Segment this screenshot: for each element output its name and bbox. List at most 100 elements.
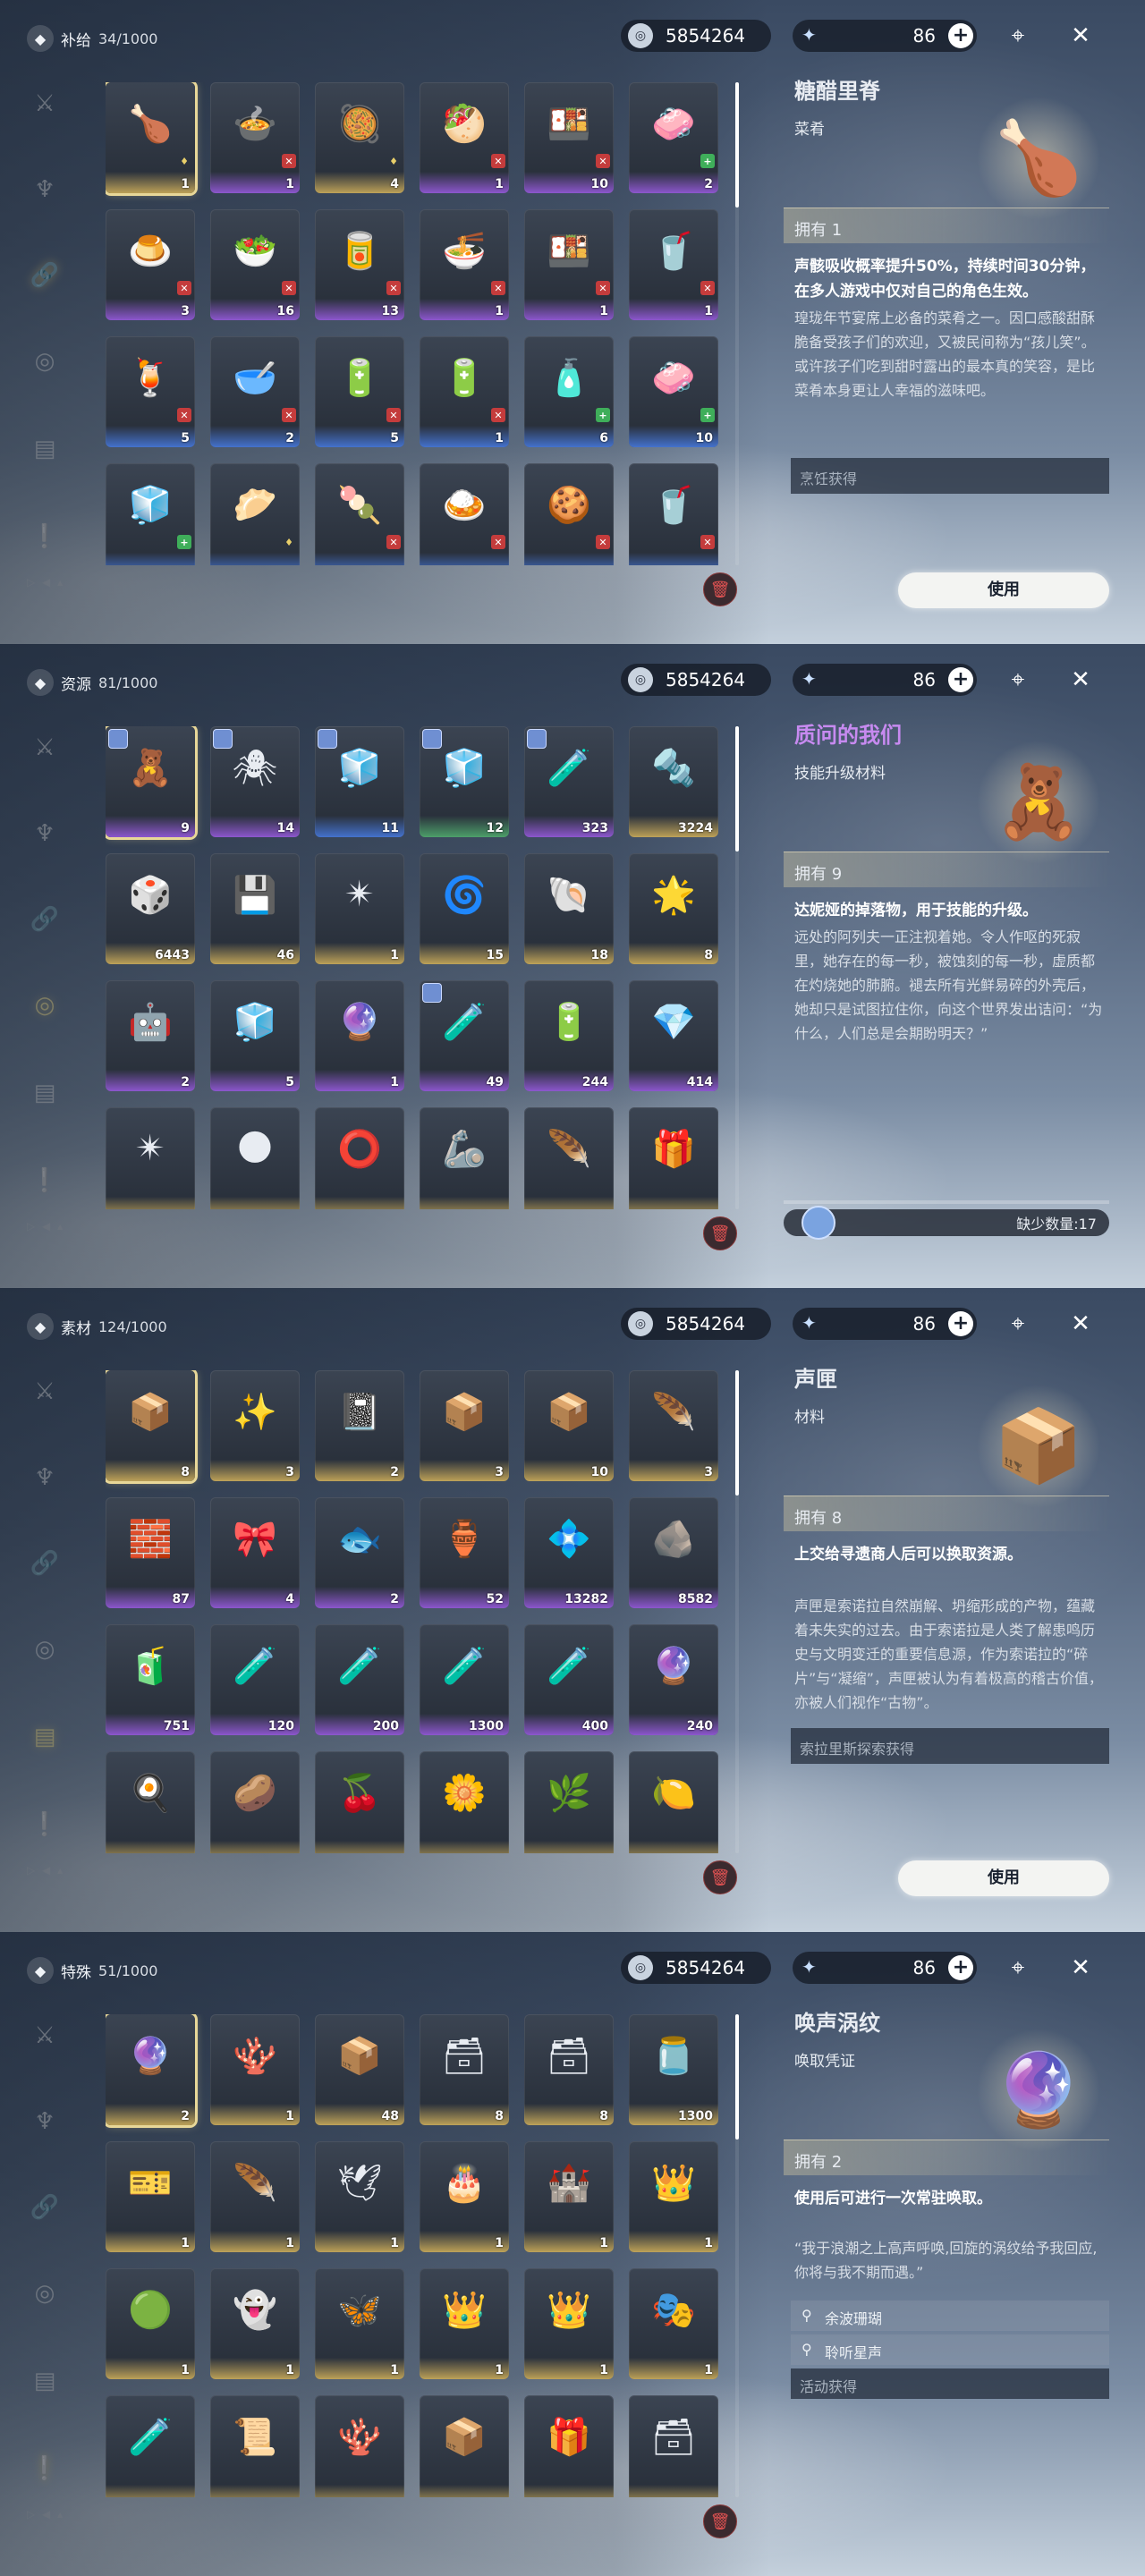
item-slot[interactable]: 🧃 751: [106, 1624, 195, 1735]
item-slot[interactable]: 🪶 1: [210, 2141, 300, 2252]
item-slot[interactable]: 🟢 1: [106, 2268, 195, 2379]
item-slot[interactable]: 🍒: [315, 1751, 404, 1853]
source-location[interactable]: ⚲ 聆听星声: [791, 2334, 1109, 2365]
nav-special-icon[interactable]: ❕: [27, 1807, 63, 1843]
item-slot[interactable]: 📦 3: [420, 1370, 509, 1481]
item-slot[interactable]: 👑 1: [420, 2268, 509, 2379]
nav-special-icon[interactable]: ❕: [27, 1163, 63, 1199]
item-slot[interactable]: 🧪 200: [315, 1624, 404, 1735]
nav-supply-icon[interactable]: 🔗: [27, 1546, 63, 1581]
discard-button[interactable]: 🗑: [703, 2504, 737, 2538]
item-slot[interactable]: 🎂 1: [420, 2141, 509, 2252]
item-slot[interactable]: 🍱 10 ✕: [524, 82, 614, 193]
item-slot[interactable]: 🔩 3224: [629, 726, 718, 837]
item-slot[interactable]: 🌑: [210, 1107, 300, 1209]
item-slot[interactable]: 📓 2: [315, 1370, 404, 1481]
item-slot[interactable]: 📦 8: [106, 1370, 195, 1481]
item-slot[interactable]: 🧊 11: [315, 726, 404, 837]
item-slot[interactable]: 🍹 5 ✕: [106, 336, 195, 447]
nav-material-icon[interactable]: ▤: [27, 431, 63, 467]
close-icon[interactable]: ✕: [1064, 1308, 1097, 1340]
add-stamina-button[interactable]: +: [948, 23, 973, 48]
item-slot[interactable]: 🪶: [524, 1107, 614, 1209]
item-slot[interactable]: ✨ 3: [210, 1370, 300, 1481]
item-slot[interactable]: 🧪 323: [524, 726, 614, 837]
item-slot[interactable]: 🎁: [629, 1107, 718, 1209]
close-icon[interactable]: ✕: [1064, 20, 1097, 52]
item-slot[interactable]: 📦: [420, 2395, 509, 2497]
nav-material-icon[interactable]: ▤: [27, 1719, 63, 1755]
item-slot[interactable]: 🧸 9: [106, 726, 195, 837]
item-slot[interactable]: 🧪 1300: [420, 1624, 509, 1735]
grid-scrollbar[interactable]: [735, 2014, 739, 2497]
close-icon[interactable]: ✕: [1064, 664, 1097, 696]
item-slot[interactable]: 🧊 +: [106, 463, 195, 565]
item-slot[interactable]: 🕷 14: [210, 726, 300, 837]
nav-resource-icon[interactable]: ◎: [27, 2275, 63, 2311]
item-slot[interactable]: 🧊 5: [210, 980, 300, 1091]
item-slot[interactable]: ✴ 1: [315, 853, 404, 964]
nav-sword-icon[interactable]: ⚔: [27, 86, 63, 122]
nav-sword-icon[interactable]: ⚔: [27, 730, 63, 766]
discard-button[interactable]: 🗑: [703, 572, 737, 606]
nav-echo-icon[interactable]: ♆: [27, 816, 63, 852]
use-button[interactable]: 使用: [898, 1860, 1109, 1896]
item-slot[interactable]: 🥟 ♦: [210, 463, 300, 565]
item-slot[interactable]: 🍳: [106, 1751, 195, 1853]
nav-echo-icon[interactable]: ♆: [27, 2104, 63, 2140]
item-slot[interactable]: 🍡 ✕: [315, 463, 404, 565]
item-slot[interactable]: 🦋 1: [315, 2268, 404, 2379]
filter-button[interactable]: ⌖: [1002, 1952, 1034, 1984]
item-slot[interactable]: 🧪 400: [524, 1624, 614, 1735]
item-slot[interactable]: 🍪 ✕: [524, 463, 614, 565]
item-slot[interactable]: ⭕: [315, 1107, 404, 1209]
item-slot[interactable]: 🗃 8: [420, 2014, 509, 2125]
item-slot[interactable]: 🍜 1 ✕: [420, 209, 509, 320]
nav-echo-icon[interactable]: ♆: [27, 172, 63, 208]
nav-echo-icon[interactable]: ♆: [27, 1460, 63, 1496]
item-slot[interactable]: 🔋 244: [524, 980, 614, 1091]
item-slot[interactable]: 🧊 12: [420, 726, 509, 837]
item-slot[interactable]: 🐚 18: [524, 853, 614, 964]
item-slot[interactable]: 🕊 1: [315, 2141, 404, 2252]
filter-button[interactable]: ⌖: [1002, 1308, 1034, 1340]
filter-button[interactable]: ⌖: [1002, 20, 1034, 52]
item-slot[interactable]: 🔋 5 ✕: [315, 336, 404, 447]
item-slot[interactable]: 🧱 87: [106, 1497, 195, 1608]
item-slot[interactable]: 🧪 120: [210, 1624, 300, 1735]
item-slot[interactable]: 🔮 1: [315, 980, 404, 1091]
nav-special-icon[interactable]: ❕: [27, 519, 63, 555]
nav-sword-icon[interactable]: ⚔: [27, 1374, 63, 1410]
grid-scrollbar[interactable]: [735, 726, 739, 1209]
nav-material-icon[interactable]: ▤: [27, 2363, 63, 2399]
scroll-thumb[interactable]: [735, 726, 739, 852]
item-slot[interactable]: ✴: [106, 1107, 195, 1209]
item-slot[interactable]: 🌼: [420, 1751, 509, 1853]
add-stamina-button[interactable]: +: [948, 1311, 973, 1336]
close-icon[interactable]: ✕: [1064, 1952, 1097, 1984]
nav-special-icon[interactable]: ❕: [27, 2451, 63, 2487]
item-slot[interactable]: 🌀 15: [420, 853, 509, 964]
item-slot[interactable]: 🪸 1: [210, 2014, 300, 2125]
nav-resource-icon[interactable]: ◎: [27, 343, 63, 379]
item-slot[interactable]: 🦾: [420, 1107, 509, 1209]
item-slot[interactable]: 🔋 1 ✕: [420, 336, 509, 447]
item-slot[interactable]: 🥫 13 ✕: [315, 209, 404, 320]
item-slot[interactable]: 🪸: [315, 2395, 404, 2497]
item-slot[interactable]: 👻 1: [210, 2268, 300, 2379]
item-slot[interactable]: 🎭 1: [629, 2268, 718, 2379]
item-slot[interactable]: 🧼 10 +: [629, 336, 718, 447]
item-slot[interactable]: 🥤 ✕: [629, 463, 718, 565]
nav-supply-icon[interactable]: 🔗: [27, 902, 63, 937]
item-slot[interactable]: 🪶 3: [629, 1370, 718, 1481]
item-slot[interactable]: 🥣 2 ✕: [210, 336, 300, 447]
nav-supply-icon[interactable]: 🔗: [27, 2190, 63, 2225]
item-slot[interactable]: 🥤 1 ✕: [629, 209, 718, 320]
item-slot[interactable]: 🧼 2 +: [629, 82, 718, 193]
item-slot[interactable]: 🎲 6443: [106, 853, 195, 964]
item-slot[interactable]: 🎁: [524, 2395, 614, 2497]
item-slot[interactable]: 👑 1: [629, 2141, 718, 2252]
nav-resource-icon[interactable]: ◎: [27, 987, 63, 1023]
scroll-thumb[interactable]: [735, 2014, 739, 2140]
nav-material-icon[interactable]: ▤: [27, 1075, 63, 1111]
